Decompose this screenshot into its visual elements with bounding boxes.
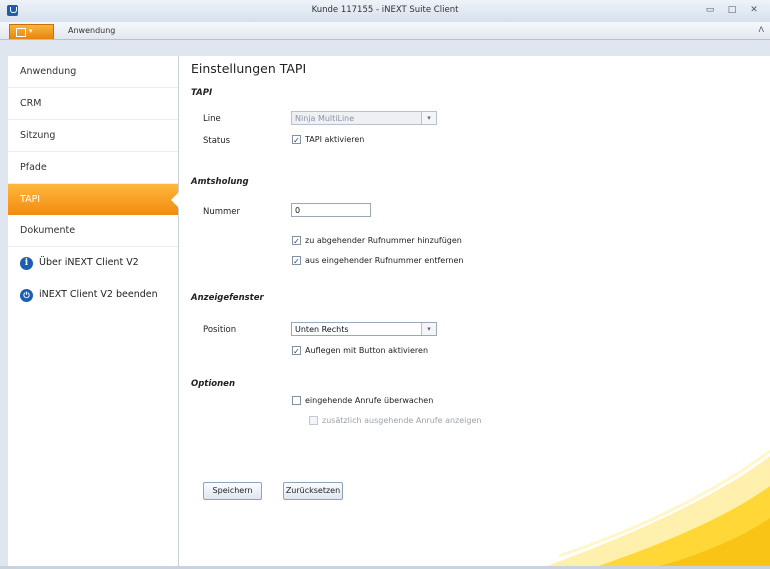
ribbon-bar: ▾ Anwendung ᐱ [0, 22, 770, 40]
checkbox-checked-icon: ✓ [292, 346, 301, 356]
section-anzeigefenster: Anzeigefenster [191, 293, 264, 303]
checkbox-label: Auflegen mit Button aktivieren [305, 346, 429, 355]
section-tapi: TAPI [191, 88, 213, 98]
close-button[interactable]: ✕ [746, 3, 762, 18]
sidebar: Anwendung CRM Sitzung Pfade TAPI Dokumen… [8, 56, 179, 569]
checkbox-label: aus eingehender Rufnummer entfernen [305, 256, 464, 265]
page-title: Einstellungen TAPI [191, 61, 307, 76]
checkbox-label: TAPI aktivieren [305, 135, 365, 144]
sidebar-item-label: Dokumente [20, 225, 76, 236]
ribbon-tab-anwendung[interactable]: Anwendung [68, 26, 115, 35]
position-label: Position [203, 325, 237, 335]
sidebar-item-sitzung[interactable]: Sitzung [8, 120, 178, 152]
checkbox-unchecked-icon [292, 396, 301, 405]
app-menu-icon [16, 28, 26, 37]
section-optionen: Optionen [191, 379, 235, 389]
checkbox-unchecked-icon [309, 416, 318, 425]
checkbox-checked-icon: ✓ [292, 256, 301, 266]
checkbox-label: zu abgehender Rufnummer hinzufügen [305, 236, 462, 245]
settings-panel: Einstellungen TAPI TAPI Line Ninja Multi… [179, 56, 770, 569]
checkbox-label: eingehende Anrufe überwachen [305, 396, 434, 405]
add-outgoing-checkbox[interactable]: ✓ zu abgehender Rufnummer hinzufügen [292, 236, 462, 246]
sidebar-item-label: Sitzung [20, 130, 56, 141]
save-button[interactable]: Speichern [203, 482, 262, 500]
window-title: Kunde 117155 - iNEXT Suite Client [311, 5, 459, 15]
sidebar-item-label: TAPI [20, 194, 41, 205]
minimize-button[interactable]: ▭ [702, 3, 718, 18]
sidebar-item-tapi[interactable]: TAPI [8, 184, 179, 215]
section-amtsholung: Amtsholung [191, 177, 249, 187]
line-label: Line [203, 114, 221, 124]
line-select-value: Ninja MultiLine [295, 114, 355, 123]
line-select[interactable]: Ninja MultiLine ▾ [291, 111, 437, 125]
number-input[interactable]: 0 [291, 203, 371, 217]
checkbox-checked-icon: ✓ [292, 236, 301, 246]
sidebar-item-label: Anwendung [20, 66, 77, 77]
info-icon: i [20, 256, 33, 270]
reset-button[interactable]: Zurücksetzen [283, 482, 343, 500]
monitor-incoming-checkbox[interactable]: eingehende Anrufe überwachen [292, 396, 433, 405]
number-label: Nummer [203, 207, 241, 217]
show-outgoing-checkbox[interactable]: zusätzlich ausgehende Anrufe anzeigen [309, 416, 481, 425]
sidebar-item-pfade[interactable]: Pfade [8, 152, 178, 184]
chevron-down-icon: ▾ [421, 112, 436, 124]
sidebar-item-label: Pfade [20, 162, 47, 173]
sidebar-item-label: CRM [20, 98, 42, 109]
app-menu-button[interactable]: ▾ [9, 24, 54, 39]
chevron-down-icon: ▾ [29, 27, 33, 35]
checkbox-label: zusätzlich ausgehende Anrufe anzeigen [322, 416, 482, 425]
position-select[interactable]: Unten Rechts ▾ [291, 322, 437, 336]
hangup-button-checkbox[interactable]: ✓ Auflegen mit Button aktivieren [292, 346, 429, 356]
sidebar-action-label: iNEXT Client V2 beenden [39, 289, 158, 300]
position-select-value: Unten Rechts [295, 325, 349, 334]
status-label: Status [203, 136, 231, 146]
checkbox-checked-icon: ✓ [292, 135, 301, 145]
tapi-activate-checkbox[interactable]: ✓ TAPI aktivieren [292, 135, 365, 145]
window-titlebar: Kunde 117155 - iNEXT Suite Client ▭ □ ✕ [0, 0, 770, 23]
remove-incoming-checkbox[interactable]: ✓ aus eingehender Rufnummer entfernen [292, 256, 464, 266]
decorative-swoosh [539, 449, 770, 569]
ribbon-collapse-icon[interactable]: ᐱ [759, 25, 764, 34]
sidebar-action-label: Über iNEXT Client V2 [39, 257, 139, 268]
sidebar-action-about[interactable]: i Über iNEXT Client V2 [8, 247, 178, 279]
sidebar-item-anwendung[interactable]: Anwendung [8, 56, 178, 88]
sidebar-item-crm[interactable]: CRM [8, 88, 178, 120]
sidebar-item-dokumente[interactable]: Dokumente [8, 215, 178, 247]
maximize-button[interactable]: □ [724, 3, 740, 18]
chevron-down-icon: ▾ [421, 323, 436, 335]
power-icon: ⏻ [20, 288, 33, 302]
sidebar-action-exit[interactable]: ⏻ iNEXT Client V2 beenden [8, 279, 178, 311]
